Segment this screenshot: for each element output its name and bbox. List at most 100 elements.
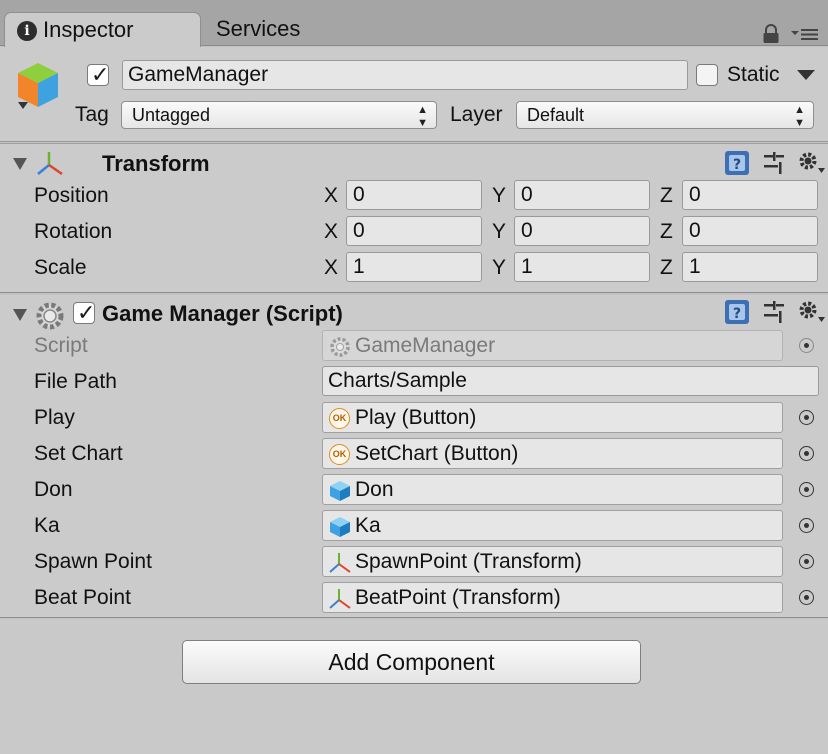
scale-x-field[interactable]: 1 bbox=[346, 252, 482, 282]
rotation-x-field[interactable]: 0 bbox=[346, 216, 482, 246]
position-y-label[interactable]: Y bbox=[492, 183, 506, 209]
script-label: Script bbox=[34, 334, 88, 357]
tab-services[interactable]: Services bbox=[204, 12, 354, 47]
position-x-field[interactable]: 0 bbox=[346, 180, 482, 210]
ka-field[interactable]: Ka bbox=[322, 510, 783, 541]
rotation-label: Rotation bbox=[34, 220, 113, 243]
don-label: Don bbox=[34, 478, 73, 501]
script-enabled-checkmark-icon: ✓ bbox=[77, 300, 96, 325]
rotation-z-field[interactable]: 0 bbox=[682, 216, 818, 246]
gameobject-name-field[interactable]: GameManager bbox=[122, 60, 688, 90]
tab-inspector-label: Inspector bbox=[43, 17, 134, 42]
layer-label: Layer bbox=[450, 103, 503, 126]
set-chart-label: Set Chart bbox=[34, 442, 123, 465]
beat-point-field-value: BeatPoint (Transform) bbox=[355, 586, 561, 609]
position-y-field[interactable]: 0 bbox=[514, 180, 650, 210]
layer-dropdown[interactable]: Default ▲ ▼ bbox=[516, 101, 814, 129]
cube-icon bbox=[330, 481, 350, 501]
spawn-point-label: Spawn Point bbox=[34, 550, 152, 573]
script-field-value: GameManager bbox=[355, 334, 496, 357]
ka-label: Ka bbox=[34, 514, 60, 537]
help-icon[interactable]: ? bbox=[724, 299, 750, 325]
scale-label: Scale bbox=[34, 256, 87, 279]
script-icon bbox=[330, 337, 350, 357]
script-component-title: Game Manager (Script) bbox=[102, 301, 343, 326]
cube-icon bbox=[330, 517, 350, 537]
foldout-arrow-icon[interactable] bbox=[12, 307, 28, 323]
set-chart-field[interactable]: OK SetChart (Button) bbox=[322, 438, 783, 469]
static-dropdown-arrow-icon[interactable] bbox=[796, 69, 816, 81]
menu-icon[interactable] bbox=[790, 27, 820, 41]
script-field: GameManager bbox=[322, 330, 783, 361]
spawn-point-picker-icon[interactable] bbox=[799, 554, 814, 569]
script-picker-icon bbox=[799, 338, 814, 353]
scale-y-field[interactable]: 1 bbox=[514, 252, 650, 282]
spawn-point-field[interactable]: SpawnPoint (Transform) bbox=[322, 546, 783, 577]
transform-title: Transform bbox=[102, 151, 210, 176]
gear-icon[interactable] bbox=[796, 298, 826, 324]
set-chart-field-value: SetChart (Button) bbox=[355, 442, 519, 465]
layer-dropdown-value: Default bbox=[527, 105, 585, 125]
static-label: Static bbox=[727, 63, 780, 86]
beat-point-field[interactable]: BeatPoint (Transform) bbox=[322, 582, 783, 613]
ok-icon: OK bbox=[329, 408, 350, 429]
gear-icon[interactable] bbox=[796, 149, 826, 175]
tab-inspector[interactable]: i Inspector bbox=[4, 12, 201, 47]
play-label: Play bbox=[34, 406, 75, 429]
tag-dropdown[interactable]: Untagged ▲ ▼ bbox=[121, 101, 437, 129]
don-field-value: Don bbox=[355, 478, 394, 501]
transform-component: Transform ? Position X 0 Y 0 Z 0 Rotatio… bbox=[0, 143, 828, 293]
active-checkmark-icon: ✓ bbox=[91, 62, 110, 87]
play-field[interactable]: OK Play (Button) bbox=[322, 402, 783, 433]
ka-field-value: Ka bbox=[355, 514, 381, 537]
transform-icon bbox=[37, 152, 63, 176]
scale-x-label[interactable]: X bbox=[324, 255, 338, 281]
scale-z-field[interactable]: 1 bbox=[682, 252, 818, 282]
spawn-point-field-value: SpawnPoint (Transform) bbox=[355, 550, 582, 573]
tag-label: Tag bbox=[75, 103, 109, 126]
svg-text:?: ? bbox=[733, 306, 741, 322]
transform-icon bbox=[329, 589, 351, 609]
position-z-label[interactable]: Z bbox=[660, 183, 673, 209]
position-x-label[interactable]: X bbox=[324, 183, 338, 209]
gameobject-header: ✓ GameManager Static Tag Untagged ▲ ▼ Lay… bbox=[0, 47, 828, 142]
lock-icon[interactable] bbox=[762, 24, 780, 44]
script-enabled-toggle[interactable]: ✓ bbox=[73, 300, 96, 325]
preset-icon[interactable] bbox=[762, 151, 786, 175]
scale-y-label[interactable]: Y bbox=[492, 255, 506, 281]
help-icon[interactable]: ? bbox=[724, 150, 750, 176]
don-field[interactable]: Don bbox=[322, 474, 783, 505]
file-path-field[interactable]: Charts/Sample bbox=[322, 366, 819, 396]
updown-arrow-icon: ▲ ▼ bbox=[417, 104, 428, 129]
script-gear-icon bbox=[36, 302, 64, 330]
rotation-z-label[interactable]: Z bbox=[660, 219, 673, 245]
add-component-button[interactable]: Add Component bbox=[182, 640, 641, 684]
game-manager-component: ✓ Game Manager (Script) ? Script GameMan… bbox=[0, 295, 828, 618]
active-toggle[interactable]: ✓ bbox=[87, 62, 110, 87]
gameobject-cube-icon bbox=[18, 63, 58, 109]
rotation-y-field[interactable]: 0 bbox=[514, 216, 650, 246]
svg-text:?: ? bbox=[733, 157, 741, 173]
beat-point-picker-icon[interactable] bbox=[799, 590, 814, 605]
play-picker-icon[interactable] bbox=[799, 410, 814, 425]
info-icon: i bbox=[17, 21, 37, 41]
set-chart-picker-icon[interactable] bbox=[799, 446, 814, 461]
foldout-arrow-icon[interactable] bbox=[12, 156, 28, 172]
tag-dropdown-value: Untagged bbox=[132, 105, 211, 125]
tab-bar: i Inspector Services bbox=[0, 0, 828, 47]
ok-icon: OK bbox=[329, 444, 350, 465]
transform-icon bbox=[329, 553, 351, 573]
position-label: Position bbox=[34, 184, 109, 207]
beat-point-label: Beat Point bbox=[34, 586, 131, 609]
rotation-y-label[interactable]: Y bbox=[492, 219, 506, 245]
ka-picker-icon[interactable] bbox=[799, 518, 814, 533]
scale-z-label[interactable]: Z bbox=[660, 255, 673, 281]
file-path-label: File Path bbox=[34, 370, 117, 393]
static-toggle[interactable] bbox=[696, 64, 718, 86]
position-z-field[interactable]: 0 bbox=[682, 180, 818, 210]
preset-icon[interactable] bbox=[762, 300, 786, 324]
don-picker-icon[interactable] bbox=[799, 482, 814, 497]
rotation-x-label[interactable]: X bbox=[324, 219, 338, 245]
play-field-value: Play (Button) bbox=[355, 406, 477, 429]
updown-arrow-icon: ▲ ▼ bbox=[794, 104, 805, 129]
